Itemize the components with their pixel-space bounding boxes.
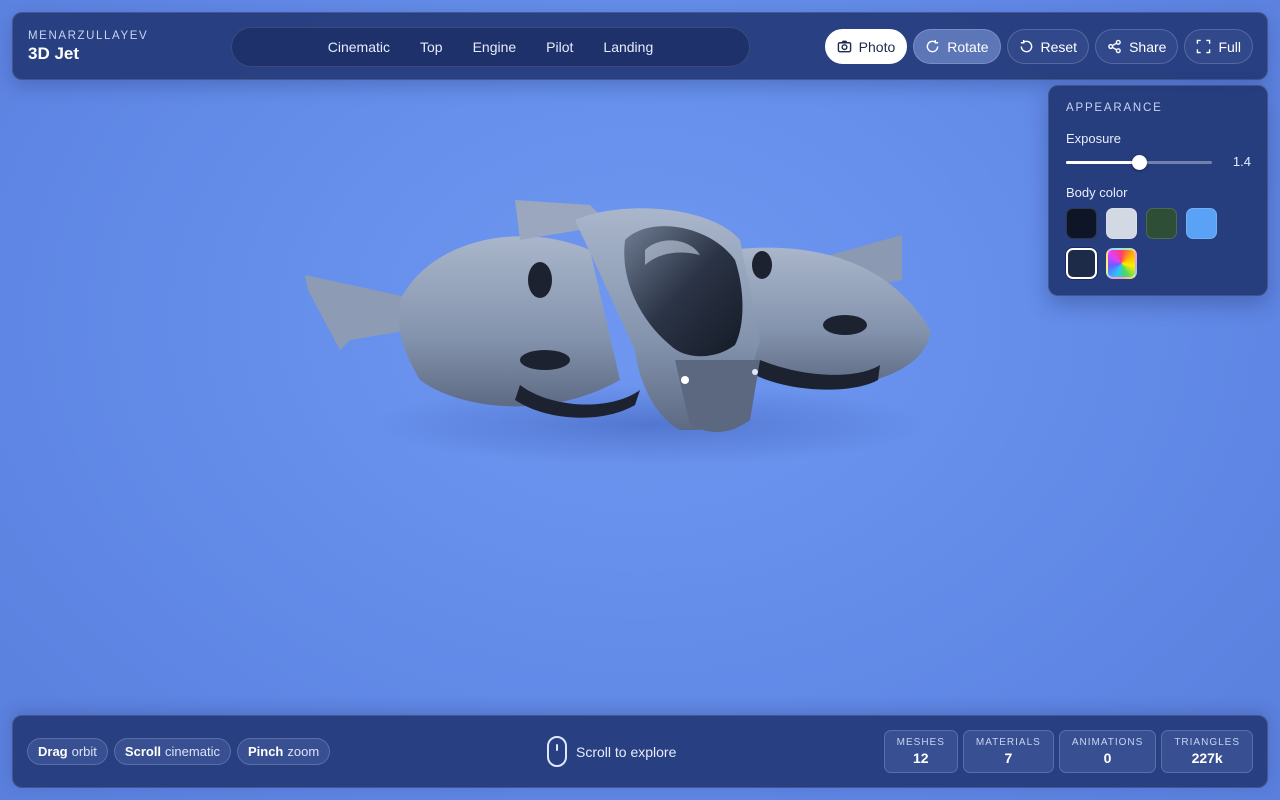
fullscreen-button[interactable]: Full xyxy=(1184,29,1253,64)
exposure-value: 1.4 xyxy=(1232,154,1251,169)
exposure-slider-fill xyxy=(1066,161,1139,164)
share-label: Share xyxy=(1129,38,1167,55)
reset-icon xyxy=(1020,39,1032,53)
nav-item-engine[interactable]: Engine xyxy=(473,39,517,55)
stat-value: 0 xyxy=(1103,750,1112,766)
mouse-icon xyxy=(547,736,567,767)
swatch-navy[interactable] xyxy=(1066,248,1097,279)
stat-triangles: TRIANGLES 227k xyxy=(1161,730,1253,773)
hint-scroll: Scroll cinematic xyxy=(113,738,231,765)
scroll-hint: Scroll to explore xyxy=(547,736,676,767)
toolbar-actions: Photo Rotate Reset Share Full xyxy=(824,29,1253,64)
hint-pinch: Pinch zoom xyxy=(236,738,331,765)
body-color-label: Body color xyxy=(1066,185,1128,200)
rotate-button[interactable]: Rotate xyxy=(913,29,1001,64)
hint-action: orbit xyxy=(71,744,97,759)
hint-key: Scroll xyxy=(124,744,162,759)
stat-value: 7 xyxy=(1004,750,1013,766)
camera-nav: Cinematic Top Engine Pilot Landing xyxy=(231,27,750,67)
stat-materials: MATERIALS 7 xyxy=(962,730,1054,773)
brand-subtitle: MENARZULLAYEV xyxy=(28,30,149,42)
appearance-panel: APPEARANCE Exposure 1.4 Body color xyxy=(1048,85,1268,296)
swatch-silver[interactable] xyxy=(1106,208,1137,239)
exposure-slider[interactable] xyxy=(1066,155,1212,170)
stat-animations: ANIMATIONS 0 xyxy=(1058,730,1157,773)
nav-item-cinematic[interactable]: Cinematic xyxy=(328,39,390,55)
hint-action: zoom xyxy=(287,744,320,759)
app-title: 3D Jet xyxy=(28,44,80,63)
stat-label: TRIANGLES xyxy=(1174,737,1240,748)
swatch-black[interactable] xyxy=(1066,208,1097,239)
rotate-icon xyxy=(926,39,939,53)
stat-meshes: MESHES 12 xyxy=(883,730,958,773)
model-stats: MESHES 12 MATERIALS 7 ANIMATIONS 0 TRIAN… xyxy=(883,730,1253,773)
brand: MENARZULLAYEV 3D Jet xyxy=(28,30,148,64)
reset-button[interactable]: Reset xyxy=(1006,29,1090,64)
control-hints: Drag orbit Scroll cinematic Pinch zoom xyxy=(27,738,331,765)
nav-item-top[interactable]: Top xyxy=(420,39,443,55)
bottom-bar: Drag orbit Scroll cinematic Pinch zoom Scro… xyxy=(12,715,1268,788)
hint-key: Pinch xyxy=(247,744,284,759)
swatch-blue[interactable] xyxy=(1186,208,1217,239)
swatch-custom[interactable] xyxy=(1106,248,1137,279)
nav-item-pilot[interactable]: Pilot xyxy=(546,39,573,55)
fullscreen-label: Full xyxy=(1218,38,1241,55)
scroll-hint-text: Scroll to explore xyxy=(576,743,677,760)
stat-label: MATERIALS xyxy=(975,737,1041,748)
photo-label: Photo xyxy=(858,38,896,55)
hint-action: cinematic xyxy=(165,744,220,759)
stat-label: ANIMATIONS xyxy=(1071,737,1144,748)
swatch-green[interactable] xyxy=(1146,208,1177,239)
reset-label: Reset xyxy=(1040,38,1078,55)
jet-model[interactable] xyxy=(290,180,950,480)
stat-value: 227k xyxy=(1191,750,1223,766)
body-color-swatches xyxy=(1066,208,1236,279)
stat-value: 12 xyxy=(912,750,929,766)
share-button[interactable]: Share xyxy=(1095,29,1179,64)
rotate-label: Rotate xyxy=(947,38,989,55)
nav-item-landing[interactable]: Landing xyxy=(603,39,653,55)
top-bar: MENARZULLAYEV 3D Jet Cinematic Top Engin… xyxy=(12,12,1268,80)
stat-label: MESHES xyxy=(896,737,945,748)
hint-key: Drag xyxy=(38,744,68,759)
exposure-slider-thumb[interactable] xyxy=(1132,155,1147,170)
hint-drag: Drag orbit xyxy=(27,738,108,765)
panel-title: APPEARANCE xyxy=(1066,102,1163,114)
share-icon xyxy=(1108,39,1121,54)
photo-button[interactable]: Photo xyxy=(824,29,908,64)
exposure-label: Exposure xyxy=(1066,131,1121,146)
camera-icon xyxy=(837,40,851,53)
fullscreen-icon xyxy=(1197,39,1211,54)
